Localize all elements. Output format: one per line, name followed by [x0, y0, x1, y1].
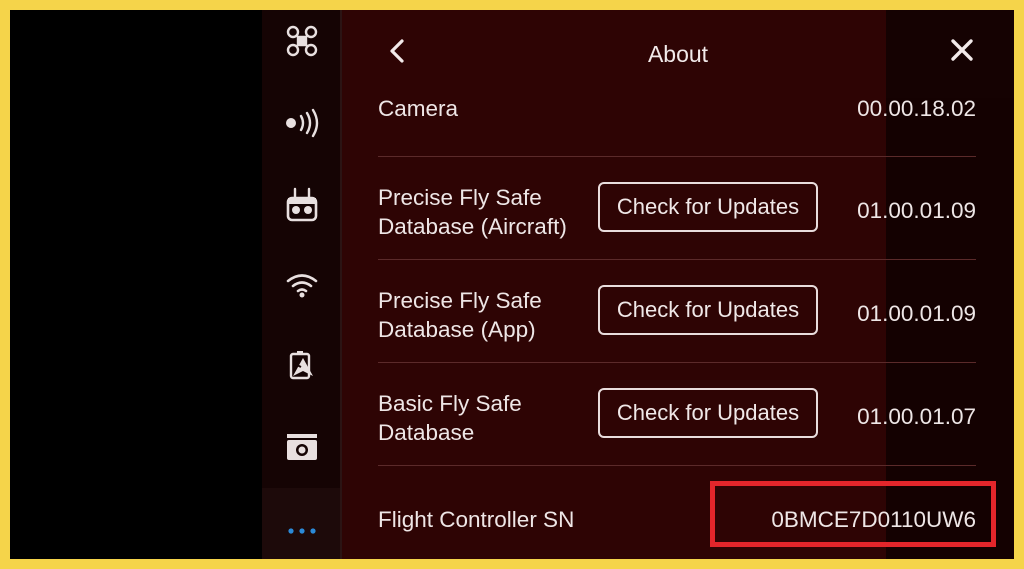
check-updates-button[interactable]: Check for Updates [598, 182, 818, 232]
header-overlay: About [342, 10, 1014, 98]
highlight-box [710, 481, 996, 547]
check-updates-button[interactable]: Check for Updates [598, 285, 818, 335]
signal-transmission-icon [283, 108, 321, 138]
about-panel: About Camera 00.00.18.02 About Precise F… [342, 10, 1014, 559]
list-item-camera: Camera 00.00.18.02 [378, 92, 976, 157]
more-icon [285, 523, 319, 535]
page-title: About [647, 41, 709, 67]
row-value: 01.00.01.09 [857, 198, 976, 223]
row-value: 01.00.01.07 [857, 404, 976, 429]
list-item-precise-db-app: Precise Fly Safe Database (App) Check fo… [378, 259, 976, 363]
row-label-line2: Database (Aircraft) [378, 214, 567, 239]
remote-controller-icon [285, 187, 319, 223]
row-label: Camera [378, 96, 459, 121]
wifi-icon [285, 271, 319, 299]
close-icon [950, 38, 974, 67]
map-navigation-icon [285, 348, 319, 382]
list-item-precise-db-aircraft: Precise Fly Safe Database (Aircraft) Che… [378, 156, 976, 260]
sidebar-item-aircraft[interactable] [262, 16, 342, 66]
row-label: Flight Controller SN [378, 507, 575, 532]
left-black-area [10, 10, 262, 559]
sidebar-item-camera[interactable] [262, 422, 342, 472]
sidebar-item-transmission[interactable] [262, 98, 342, 148]
check-updates-button[interactable]: Check for Updates [598, 388, 818, 438]
list-item-basic-db: Basic Fly Safe Database Check for Update… [378, 362, 976, 466]
app-frame: About Camera 00.00.18.02 About Precise F… [10, 10, 1014, 559]
camera-icon [285, 432, 319, 462]
row-value: 00.00.18.02 [857, 96, 976, 121]
drone-icon [285, 24, 319, 58]
close-button[interactable] [946, 36, 978, 68]
row-label-line2: Database (App) [378, 317, 536, 342]
sidebar-item-wifi[interactable] [262, 260, 342, 310]
sidebar-item-remote-controller[interactable] [262, 180, 342, 230]
row-label-line2: Database [378, 420, 475, 445]
row-value: 01.00.01.09 [857, 301, 976, 326]
row-label-line1: Precise Fly Safe [378, 185, 542, 210]
row-label-line1: Basic Fly Safe [378, 391, 522, 416]
row-label-line1: Precise Fly Safe [378, 288, 542, 313]
sidebar [262, 10, 342, 559]
sidebar-item-more[interactable] [262, 504, 342, 554]
sidebar-item-map[interactable] [262, 340, 342, 390]
